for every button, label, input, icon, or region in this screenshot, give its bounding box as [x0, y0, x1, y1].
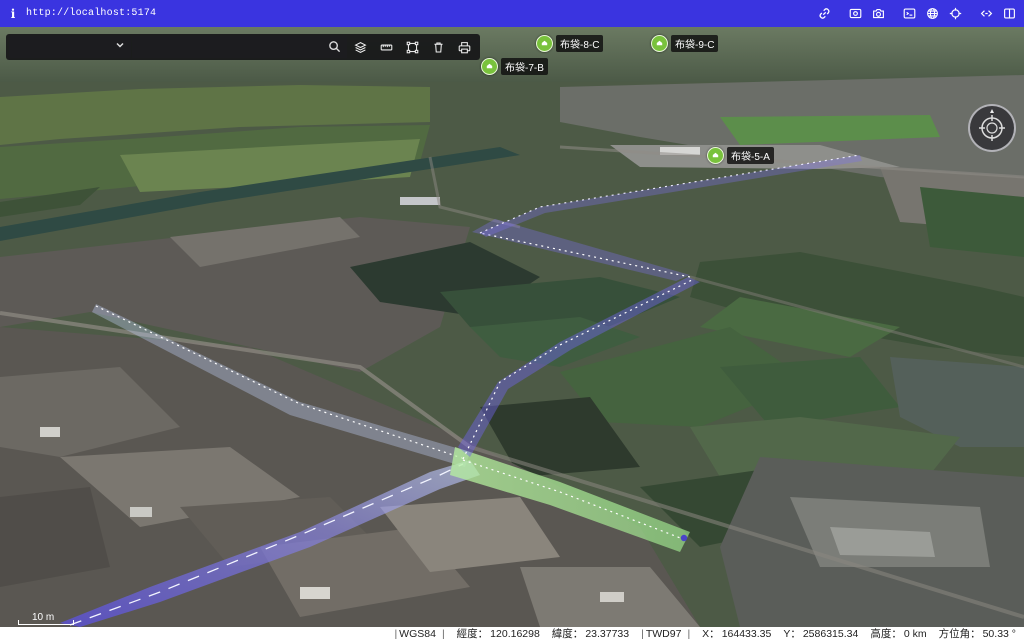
x-value: 164433.35: [721, 627, 772, 640]
trash-icon: [433, 42, 443, 52]
print-icon: [458, 41, 470, 53]
station-pin-icon: [536, 35, 553, 52]
measure-distance-button[interactable]: [373, 36, 399, 58]
altitude-label: 高度：: [870, 628, 902, 640]
station-marker[interactable]: 布袋-7-B: [481, 58, 548, 75]
globe-icon[interactable]: [923, 5, 941, 23]
print-button[interactable]: [451, 36, 477, 58]
station-pin-icon: [651, 35, 668, 52]
chevron-down-icon: [115, 40, 125, 53]
satellite-imagery: [0, 27, 1024, 627]
crs-label: WGS84: [399, 627, 436, 640]
sidebar-icon[interactable]: [1000, 5, 1018, 23]
longitude-value: 120.16298: [490, 627, 540, 640]
camera-icon[interactable]: [869, 5, 887, 23]
layers-icon: [353, 41, 367, 53]
station-label: 布袋-7-B: [501, 58, 548, 75]
station-marker[interactable]: 布袋-5-A: [707, 147, 774, 164]
ruler-icon: [380, 44, 392, 50]
crosshair-icon[interactable]: [946, 5, 964, 23]
navigation-compass[interactable]: [968, 104, 1016, 152]
projection-label: TWD97: [645, 627, 682, 640]
measure-area-button[interactable]: [399, 36, 425, 58]
layer-dropdown[interactable]: [9, 36, 131, 58]
browser-top-bar: i http://localhost:5174: [0, 0, 1024, 27]
station-label: 布袋-5-A: [727, 147, 774, 164]
altitude-value: 0 km: [903, 627, 927, 640]
coordinate-status-bar: | WGS84 | 經度： 120.16298 緯度： 23.37733 | T…: [0, 627, 1024, 640]
browser-tools: [810, 0, 1018, 27]
terminal-icon[interactable]: [900, 5, 918, 23]
search-icon[interactable]: [328, 40, 342, 54]
layers-button[interactable]: [347, 36, 373, 58]
x-label: X：: [702, 628, 720, 640]
app-window: i http://localhost:5174 布袋-8-C 布袋-9-C 布袋…: [0, 0, 1024, 640]
link-icon[interactable]: [815, 5, 833, 23]
clear-button[interactable]: [425, 36, 451, 58]
longitude-label: 經度：: [456, 628, 489, 640]
code-icon[interactable]: [977, 5, 995, 23]
search-field[interactable]: [132, 36, 347, 58]
compass-icon: [979, 109, 1005, 141]
station-pin-icon: [481, 58, 498, 75]
search-input[interactable]: [132, 36, 347, 58]
station-marker[interactable]: 布袋-8-C: [536, 35, 604, 52]
map-3d-view[interactable]: 布袋-8-C 布袋-9-C 布袋-7-B 布袋-5-A: [0, 27, 1024, 627]
screenshot-icon[interactable]: [846, 5, 864, 23]
area-select-icon: [406, 41, 418, 53]
url-text[interactable]: http://localhost:5174: [26, 8, 156, 19]
y-value: 2586315.34: [802, 627, 859, 640]
map-toolbar: [6, 34, 480, 60]
latitude-label: 緯度：: [551, 628, 584, 640]
station-marker[interactable]: 布袋-9-C: [651, 35, 719, 52]
scale-line: [18, 620, 74, 625]
station-pin-icon: [707, 147, 724, 164]
heading-label: 方位角：: [938, 628, 981, 640]
scale-bar: 10 m: [18, 612, 74, 625]
info-icon[interactable]: i: [0, 7, 26, 21]
latitude-value: 23.37733: [585, 627, 630, 640]
station-label: 布袋-9-C: [671, 35, 719, 52]
station-label: 布袋-8-C: [556, 35, 604, 52]
heading-value: 50.33 °: [982, 627, 1016, 640]
y-label: Y：: [783, 628, 801, 640]
